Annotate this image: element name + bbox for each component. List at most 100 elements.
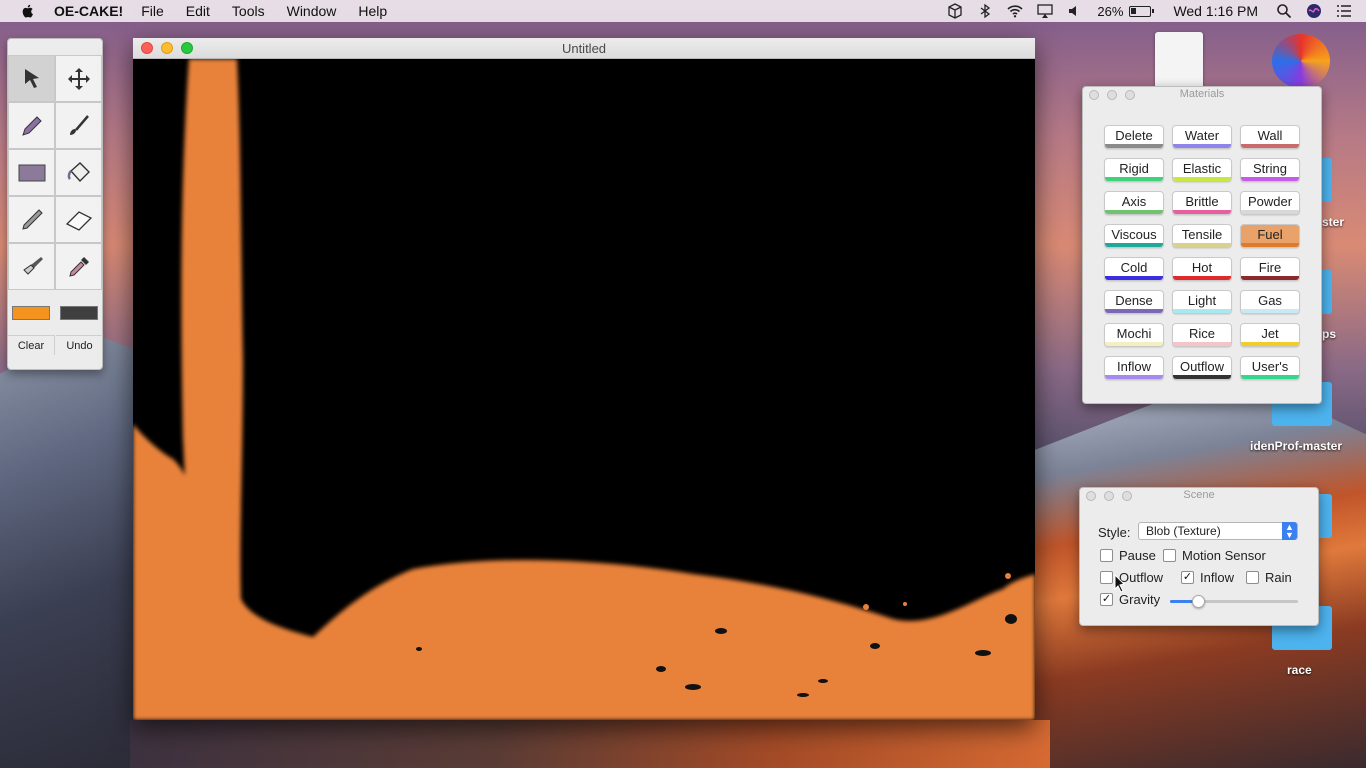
material-button-powder[interactable]: Powder bbox=[1240, 191, 1300, 215]
material-button-rigid[interactable]: Rigid bbox=[1104, 158, 1164, 182]
material-button-outflow[interactable]: Outflow bbox=[1172, 356, 1232, 380]
gravity-checkbox[interactable]: ✓ bbox=[1100, 593, 1113, 606]
airplay-icon[interactable] bbox=[1037, 3, 1054, 19]
fill-tool[interactable] bbox=[55, 149, 102, 196]
motion-sensor-checkbox[interactable] bbox=[1163, 549, 1176, 562]
material-button-viscous[interactable]: Viscous bbox=[1104, 224, 1164, 248]
search-icon[interactable] bbox=[1276, 3, 1292, 19]
material-button-users[interactable]: User's bbox=[1240, 356, 1300, 380]
close-button[interactable] bbox=[141, 42, 153, 54]
material-button-mochi[interactable]: Mochi bbox=[1104, 323, 1164, 347]
pencil-tool[interactable] bbox=[8, 102, 55, 149]
brush-tool[interactable] bbox=[55, 102, 102, 149]
status-area: 26% Wed 1:16 PM bbox=[947, 0, 1366, 22]
style-value: Blob (Texture) bbox=[1146, 524, 1221, 538]
notification-center-icon[interactable] bbox=[1336, 3, 1352, 19]
gravity-slider[interactable] bbox=[1170, 595, 1298, 608]
minimize-button[interactable] bbox=[161, 42, 173, 54]
knife-tool[interactable] bbox=[8, 196, 55, 243]
siri-icon[interactable] bbox=[1306, 3, 1322, 19]
material-button-string[interactable]: String bbox=[1240, 158, 1300, 182]
undo-button[interactable]: Undo bbox=[56, 335, 103, 355]
move-tool[interactable] bbox=[55, 55, 102, 102]
desktop-label[interactable]: ps bbox=[1322, 327, 1336, 341]
desktop-file-icon[interactable] bbox=[1155, 32, 1203, 90]
material-color-bar bbox=[1105, 210, 1163, 214]
material-button-jet[interactable]: Jet bbox=[1240, 323, 1300, 347]
clear-button[interactable]: Clear bbox=[8, 335, 55, 355]
material-button-water[interactable]: Water bbox=[1172, 125, 1232, 149]
zoom-button[interactable] bbox=[1125, 90, 1135, 100]
rain-label[interactable]: Rain bbox=[1265, 570, 1292, 585]
flashlight-tool[interactable] bbox=[8, 243, 55, 290]
close-button[interactable] bbox=[1086, 491, 1096, 501]
volume-icon[interactable] bbox=[1067, 3, 1083, 19]
material-button-cold[interactable]: Cold bbox=[1104, 257, 1164, 281]
box-icon[interactable] bbox=[947, 3, 963, 19]
style-select[interactable]: Blob (Texture) ▲ ▼ bbox=[1138, 522, 1298, 540]
motion-sensor-label[interactable]: Motion Sensor bbox=[1182, 548, 1266, 563]
eraser-tool[interactable] bbox=[55, 196, 102, 243]
simulation-canvas[interactable] bbox=[133, 59, 1035, 720]
material-button-hot[interactable]: Hot bbox=[1172, 257, 1232, 281]
menu-window[interactable]: Window bbox=[287, 3, 337, 19]
material-button-tensile[interactable]: Tensile bbox=[1172, 224, 1232, 248]
inflow-label[interactable]: Inflow bbox=[1200, 570, 1234, 585]
material-button-elastic[interactable]: Elastic bbox=[1172, 158, 1232, 182]
minimize-button[interactable] bbox=[1107, 90, 1117, 100]
outflow-checkbox[interactable] bbox=[1100, 571, 1113, 584]
material-button-fire[interactable]: Fire bbox=[1240, 257, 1300, 281]
minimize-button[interactable] bbox=[1104, 491, 1114, 501]
clock[interactable]: Wed 1:16 PM bbox=[1173, 3, 1258, 19]
desktop-label[interactable]: idenProf-master bbox=[1250, 439, 1342, 453]
secondary-color-swatch[interactable] bbox=[60, 306, 98, 320]
desktop-label[interactable]: ster bbox=[1322, 215, 1344, 229]
rectangle-icon bbox=[18, 164, 45, 181]
material-label: Outflow bbox=[1179, 359, 1225, 374]
material-button-delete[interactable]: Delete bbox=[1104, 125, 1164, 149]
wifi-icon[interactable] bbox=[1007, 3, 1023, 19]
material-label: User's bbox=[1251, 359, 1289, 374]
material-color-bar bbox=[1241, 177, 1299, 181]
rectangle-tool[interactable] bbox=[8, 149, 55, 196]
app-logo-icon[interactable] bbox=[1272, 34, 1330, 88]
apple-icon[interactable] bbox=[20, 3, 36, 19]
material-button-wall[interactable]: Wall bbox=[1240, 125, 1300, 149]
menu-tools[interactable]: Tools bbox=[232, 3, 265, 19]
style-row: Style: bbox=[1098, 525, 1131, 540]
pause-label[interactable]: Pause bbox=[1119, 548, 1156, 563]
desktop-label[interactable]: race bbox=[1287, 663, 1312, 677]
primary-color-swatch[interactable] bbox=[12, 306, 50, 320]
menu-file[interactable]: File bbox=[141, 3, 164, 19]
menu-help[interactable]: Help bbox=[358, 3, 387, 19]
select-tool[interactable] bbox=[8, 55, 55, 102]
eraser-icon bbox=[65, 210, 92, 231]
paint-bucket-icon bbox=[67, 161, 90, 182]
inflow-checkbox[interactable]: ✓ bbox=[1181, 571, 1194, 584]
material-button-fuel[interactable]: Fuel bbox=[1240, 224, 1300, 248]
material-color-bar bbox=[1173, 177, 1231, 181]
bluetooth-icon[interactable] bbox=[977, 3, 993, 19]
dropper-tool[interactable] bbox=[55, 243, 102, 290]
battery-icon[interactable] bbox=[1129, 5, 1155, 17]
zoom-button[interactable] bbox=[1122, 491, 1132, 501]
scene-titlebar[interactable]: Scene bbox=[1080, 488, 1318, 503]
zoom-button[interactable] bbox=[181, 42, 193, 54]
menu-edit[interactable]: Edit bbox=[186, 3, 210, 19]
app-menu[interactable]: OE-CAKE! bbox=[54, 3, 123, 19]
material-button-axis[interactable]: Axis bbox=[1104, 191, 1164, 215]
material-button-light[interactable]: Light bbox=[1172, 290, 1232, 314]
close-button[interactable] bbox=[1089, 90, 1099, 100]
window-titlebar[interactable]: Untitled bbox=[133, 38, 1035, 59]
material-button-dense[interactable]: Dense bbox=[1104, 290, 1164, 314]
pause-checkbox[interactable] bbox=[1100, 549, 1113, 562]
materials-titlebar[interactable]: Materials bbox=[1083, 87, 1321, 102]
material-button-inflow[interactable]: Inflow bbox=[1104, 356, 1164, 380]
material-button-rice[interactable]: Rice bbox=[1172, 323, 1232, 347]
rain-checkbox[interactable] bbox=[1246, 571, 1259, 584]
gravity-label[interactable]: Gravity bbox=[1119, 592, 1160, 607]
material-button-brittle[interactable]: Brittle bbox=[1172, 191, 1232, 215]
material-button-gas[interactable]: Gas bbox=[1240, 290, 1300, 314]
gravity-slider-knob[interactable] bbox=[1192, 595, 1206, 608]
wallpaper-mountain-bottom bbox=[130, 720, 1050, 768]
